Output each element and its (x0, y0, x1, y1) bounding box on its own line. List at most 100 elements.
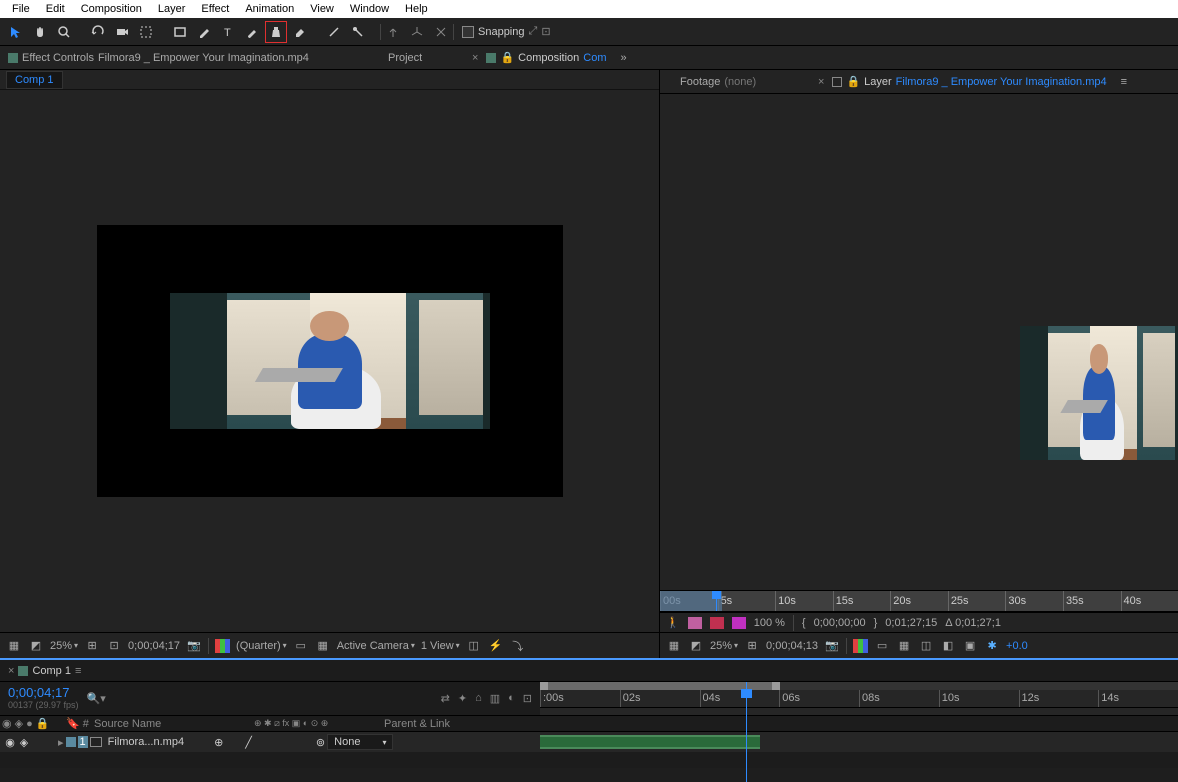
shy-icon[interactable]: ⌂ (475, 692, 482, 705)
mask-icon[interactable]: ◩ (28, 638, 44, 654)
opt3-icon[interactable]: ▣ (962, 638, 978, 654)
timeline-tab-comp1[interactable]: × Comp 1 ≡ (0, 663, 89, 679)
exposure-icon[interactable]: ✱ (984, 638, 1000, 654)
view-dropdown[interactable]: 1 View▾ (421, 640, 460, 652)
layer-viewer[interactable] (660, 94, 1178, 590)
tab-layer-file[interactable]: Filmora9 _ Empower Your Imagination.mp4 (896, 76, 1107, 88)
draft3d-icon[interactable]: ✦ (458, 692, 467, 705)
alpha-icon[interactable]: ▦ (6, 638, 22, 654)
panel-menu-icon[interactable]: ≡ (75, 665, 81, 677)
puppet-tool-icon[interactable] (347, 21, 369, 43)
brush-tool-icon[interactable] (241, 21, 263, 43)
pixel-aspect-icon[interactable]: ◫ (466, 638, 482, 654)
rectangle-tool-icon[interactable] (169, 21, 191, 43)
menu-view[interactable]: View (302, 3, 342, 15)
lock-icon[interactable]: 🔒 (500, 51, 514, 64)
roto-brush-tool-icon[interactable] (323, 21, 345, 43)
menu-composition[interactable]: Composition (73, 3, 150, 15)
zoom-dropdown[interactable]: 25%▾ (50, 640, 78, 652)
resolution-dropdown[interactable]: (Quarter)▾ (236, 640, 287, 652)
transparency-grid-icon[interactable]: ▦ (315, 638, 331, 654)
timeline-ruler[interactable]: :00s 02s 04s 06s 08s 10s 12s 14s (540, 690, 1178, 708)
audio-toggle-icon[interactable]: ◈ (18, 736, 30, 749)
roi-icon[interactable]: ▭ (874, 638, 890, 654)
roi-icon[interactable]: ▭ (293, 638, 309, 654)
in-time[interactable]: 0;00;00;00 (814, 617, 866, 629)
av-columns-header[interactable]: ◉ ◈ ● 🔒 (0, 717, 64, 730)
view-axis-icon[interactable] (430, 21, 452, 43)
resolution-icon[interactable]: ⊞ (84, 638, 100, 654)
out-time[interactable]: 0;01;27;15 (885, 617, 937, 629)
tab-composition[interactable]: × 🔒 Composition Com (464, 46, 615, 69)
timeline-icon[interactable]: ⤵ (510, 638, 526, 654)
current-timecode[interactable]: 0;00;04;17 (8, 686, 79, 700)
parent-pickwhip-icon[interactable]: ⊚ (316, 736, 325, 749)
composition-viewer[interactable] (0, 90, 659, 632)
mask-icon[interactable]: ◩ (688, 638, 704, 654)
menu-effect[interactable]: Effect (193, 3, 237, 15)
layer-mini-timeline[interactable]: 00s 5s 10s 15s 20s 25s 30s 35s 40s (660, 590, 1178, 612)
close-icon[interactable]: × (472, 52, 478, 64)
region-end-button[interactable] (710, 617, 724, 629)
local-axis-icon[interactable] (382, 21, 404, 43)
source-name-header[interactable]: Source Name (92, 718, 252, 730)
layer-name[interactable]: Filmora...n.mp4 (108, 736, 184, 748)
layer-bar-track[interactable] (540, 732, 1178, 752)
twirl-icon[interactable]: ▸ (58, 736, 64, 749)
tab-layer[interactable]: × 🔒 Layer Filmora9 _ Empower Your Imagin… (810, 70, 1115, 93)
close-icon[interactable]: × (818, 76, 824, 88)
switches-header[interactable]: ⊕ ✱ ⧄ fx ▣ ◐ ⊙ ⊕ (252, 718, 382, 729)
menu-window[interactable]: Window (342, 3, 397, 15)
snapshot-icon[interactable]: 📷 (186, 638, 202, 654)
current-time-indicator[interactable] (746, 682, 747, 782)
menu-help[interactable]: Help (397, 3, 436, 15)
graph-editor-icon[interactable]: ⊡ (523, 692, 532, 705)
timeline-ruler-area[interactable]: :00s 02s 04s 06s 08s 10s 12s 14s (540, 682, 1178, 715)
zoom-tool-icon[interactable] (53, 21, 75, 43)
channel-icon[interactable] (853, 639, 868, 653)
channel-icon[interactable] (215, 639, 230, 653)
menu-file[interactable]: File (4, 3, 38, 15)
layer-search[interactable]: 🔍▾ (87, 692, 256, 705)
tab-project[interactable]: Project (380, 46, 464, 69)
camera-dropdown[interactable]: Active Camera▾ (337, 640, 415, 652)
close-icon[interactable]: × (8, 665, 14, 677)
time-navigator[interactable] (540, 682, 1178, 690)
menu-animation[interactable]: Animation (237, 3, 302, 15)
pen-tool-icon[interactable] (193, 21, 215, 43)
parent-dropdown[interactable]: None▾ (327, 734, 393, 750)
menu-edit[interactable]: Edit (38, 3, 73, 15)
panel-menu-icon[interactable]: ≡ (1115, 76, 1133, 88)
layer-color-swatch[interactable] (66, 737, 76, 747)
walk-icon[interactable]: 🚶 (666, 616, 680, 629)
resolution-icon[interactable]: ⊞ (744, 638, 760, 654)
eraser-tool-icon[interactable] (289, 21, 311, 43)
subtab-comp1[interactable]: Comp 1 (6, 71, 63, 89)
snapping-checkbox-icon[interactable] (462, 26, 474, 38)
orbit-tool-icon[interactable] (87, 21, 109, 43)
clone-stamp-tool-icon[interactable] (265, 21, 287, 43)
tab-footage[interactable]: Footage (none) (660, 70, 810, 93)
world-axis-icon[interactable] (406, 21, 428, 43)
type-tool-icon[interactable]: T (217, 21, 239, 43)
transparency-grid-icon[interactable]: ▦ (896, 638, 912, 654)
camera-tool-icon[interactable] (111, 21, 133, 43)
zoom-dropdown[interactable]: 25%▾ (710, 640, 738, 652)
selection-tool-icon[interactable] (5, 21, 27, 43)
switch-icon[interactable]: ╱ (245, 736, 252, 749)
panel-overflow-icon[interactable]: » (615, 52, 633, 64)
layer-in-out-bar[interactable] (540, 737, 760, 747)
composition-flowchart-icon[interactable]: ⇄ (441, 692, 450, 705)
label-column-header[interactable]: 🔖 # (64, 717, 92, 730)
fast-preview-icon[interactable]: ⚡ (488, 638, 504, 654)
exposure-value[interactable]: +0.0 (1006, 640, 1028, 652)
parent-link-header[interactable]: Parent & Link (382, 718, 502, 730)
current-time-indicator[interactable] (716, 591, 717, 611)
snapping-opt2-icon[interactable]: ⊡ (541, 25, 550, 38)
frame-blend-icon[interactable]: ▥ (490, 692, 500, 705)
snapshot-icon[interactable]: 📷 (824, 638, 840, 654)
in-bracket-icon[interactable]: { (802, 617, 806, 629)
video-toggle-icon[interactable]: ◉ (4, 736, 16, 749)
comp-time[interactable]: 0;00;04;17 (128, 640, 180, 652)
out-bracket-icon[interactable]: } (874, 617, 878, 629)
